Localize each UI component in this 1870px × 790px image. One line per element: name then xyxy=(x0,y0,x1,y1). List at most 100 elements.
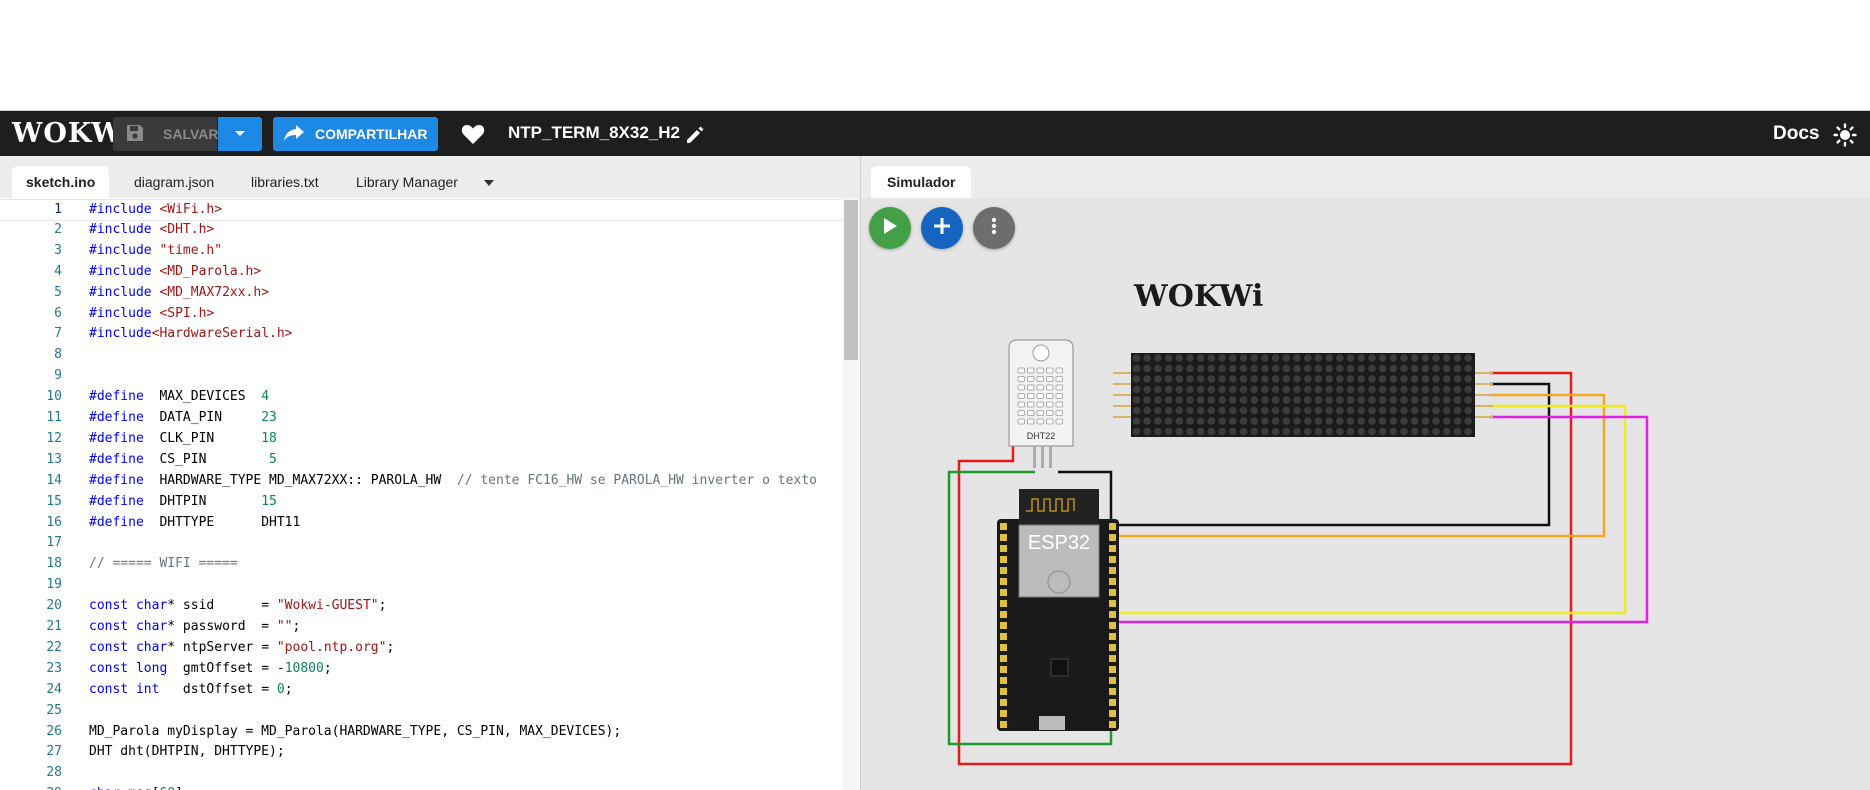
code-text: const int dstOffset = 0; xyxy=(89,681,293,697)
save-button[interactable]: SALVAR xyxy=(113,117,219,151)
edit-name-icon[interactable] xyxy=(684,124,706,151)
editor-tab-bar: sketch.ino diagram.json libraries.txt Li… xyxy=(0,156,860,198)
code-text: #define CLK_PIN 18 xyxy=(89,430,277,446)
code-line[interactable]: 10 #define MAX_DEVICES 4 xyxy=(0,387,843,407)
line-number: 21 xyxy=(46,619,62,634)
code-text: MD_Parola myDisplay = MD_Parola(HARDWARE… xyxy=(89,723,622,739)
code-text: #define CS_PIN 5 xyxy=(89,451,277,467)
code-line[interactable]: 16 #define DHTTYPE DHT11 xyxy=(0,513,843,533)
code-line[interactable]: 25 xyxy=(0,701,843,721)
line-number: 19 xyxy=(46,577,62,593)
code-line[interactable]: 22 const char* ntpServer = "pool.ntp.org"… xyxy=(0,638,843,658)
heart-icon[interactable] xyxy=(461,123,485,150)
tab-diagram-json[interactable]: diagram.json xyxy=(120,166,228,198)
code-line[interactable]: 13 #define CS_PIN 5 xyxy=(0,450,843,470)
code-line[interactable]: 14 #define HARDWARE_TYPE MD_MAX72XX:: PAR… xyxy=(0,471,843,491)
esp32-label: ESP32 xyxy=(1028,532,1090,554)
esp32-board[interactable]: ESP32 xyxy=(997,489,1119,731)
theme-toggle-icon[interactable] xyxy=(1833,123,1857,152)
line-number: 11 xyxy=(46,410,62,425)
line-number: 13 xyxy=(46,451,62,467)
dht22-sensor[interactable]: DHT22 xyxy=(1008,339,1074,468)
code-text: const char* password = ""; xyxy=(89,619,301,634)
tab-libraries-txt[interactable]: libraries.txt xyxy=(237,166,333,198)
code-line[interactable]: 24 const int dstOffset = 0; xyxy=(0,680,843,700)
code-line[interactable]: 11 #define DATA_PIN 23 xyxy=(0,408,843,428)
line-number: 12 xyxy=(46,430,62,446)
line-number: 5 xyxy=(54,284,62,300)
code-text: #define DATA_PIN 23 xyxy=(89,410,277,425)
code-line[interactable]: 9 xyxy=(0,366,843,386)
code-line[interactable]: 21 const char* password = ""; xyxy=(0,617,843,637)
dht-label: DHT22 xyxy=(1027,431,1056,441)
line-number: 29 xyxy=(0,784,62,790)
wire-magenta xyxy=(1111,415,1649,624)
code-line[interactable]: 1 #include <WiFi.h> xyxy=(0,199,843,221)
line-number: 27 xyxy=(46,744,62,760)
code-text: #include <MD_Parola.h> xyxy=(89,263,262,279)
code-text: #define MAX_DEVICES 4 xyxy=(89,389,270,405)
code-area[interactable]: 1 #include <WiFi.h> 2 #include <DHT.h> 3 #inc… xyxy=(0,198,843,790)
code-text: #include <WiFi.h> xyxy=(89,202,223,217)
line-number: 17 xyxy=(46,535,62,551)
save-options-dropdown[interactable] xyxy=(218,117,262,151)
editor-scrollbar[interactable] xyxy=(843,198,860,790)
line-number: 2 xyxy=(54,221,62,237)
tab-sketch-ino[interactable]: sketch.ino xyxy=(12,166,110,198)
code-line[interactable]: 20 const char* ssid = "Wokwi-GUEST"; xyxy=(0,596,843,616)
line-number: 22 xyxy=(46,639,62,655)
code-line[interactable]: 23 const long gmtOffset = -10800; xyxy=(0,659,843,679)
share-icon xyxy=(283,124,305,145)
code-line[interactable]: 18 // ===== WIFI ===== xyxy=(0,554,843,574)
tab-library-manager[interactable]: Library Manager xyxy=(342,166,472,198)
line-number: 26 xyxy=(46,723,62,739)
code-text: const char* ntpServer = "pool.ntp.org"; xyxy=(89,639,395,655)
code-text: char msg[60]; xyxy=(89,784,191,790)
code-text: const long gmtOffset = -10800; xyxy=(89,660,332,676)
line-number: 3 xyxy=(54,242,62,258)
code-line[interactable]: 2 #include <DHT.h> xyxy=(0,220,843,240)
code-line[interactable]: 3 #include "time.h" xyxy=(0,241,843,261)
code-line[interactable]: 28 xyxy=(0,763,843,783)
line-number: 10 xyxy=(46,389,62,405)
code-line[interactable]: 8 xyxy=(0,345,843,365)
code-line[interactable]: 12 #define CLK_PIN 18 xyxy=(0,429,843,449)
line-number: 9 xyxy=(54,368,62,384)
code-line[interactable]: 27 DHT dht(DHTPIN, DHTTYPE); xyxy=(0,742,843,762)
code-line[interactable]: 15 #define DHTPIN 15 xyxy=(0,492,843,512)
code-line[interactable]: 5 #include <MD_MAX72xx.h> xyxy=(0,283,843,303)
line-number: 16 xyxy=(46,514,62,530)
line-number: 20 xyxy=(46,598,62,614)
canvas-wokwi-logo: WOKWi xyxy=(1133,279,1263,314)
app-header: WOKWi SALVAR COMPARTILHAR NTP_TERM_8X32_… xyxy=(0,111,1870,156)
code-text: const char* ssid = "Wokwi-GUEST"; xyxy=(89,598,387,614)
docs-link[interactable]: Docs xyxy=(1773,123,1819,145)
code-line[interactable]: 6 #include <SPI.h> xyxy=(0,304,843,324)
code-line[interactable]: 17 xyxy=(0,533,843,553)
editor-scrollbar-thumb[interactable] xyxy=(844,200,858,360)
code-text: #define DHTPIN 15 xyxy=(89,493,277,509)
code-line[interactable]: 19 xyxy=(0,575,843,595)
code-line[interactable]: 7 #include<HardwareSerial.h> xyxy=(0,324,843,344)
simulator-panel: Simulador WOKWi DHT22 ESP32 xyxy=(861,156,1870,790)
line-number: 25 xyxy=(46,702,62,718)
code-line[interactable]: 4 #include <MD_Parola.h> xyxy=(0,262,843,282)
code-text: #define DHTTYPE DHT11 xyxy=(89,514,301,530)
tabs-menu-arrow-icon[interactable] xyxy=(484,180,494,186)
line-number: 8 xyxy=(54,347,62,363)
code-text: #include "time.h" xyxy=(89,242,223,258)
save-label: SALVAR xyxy=(163,126,219,142)
led-matrix-8x32[interactable] xyxy=(1113,353,1493,437)
code-text: #include<HardwareSerial.h> xyxy=(89,326,293,342)
code-text: DHT dht(DHTPIN, DHTTYPE); xyxy=(89,744,285,760)
code-text: #include <DHT.h> xyxy=(89,221,215,237)
code-line[interactable]: 26 MD_Parola myDisplay = MD_Parola(HARDWA… xyxy=(0,722,843,742)
share-button[interactable]: COMPARTILHAR xyxy=(273,117,438,151)
line-number: 14 xyxy=(46,472,62,488)
circuit-canvas[interactable]: WOKWi DHT22 ESP32 xyxy=(861,156,1870,790)
line-number: 28 xyxy=(46,765,62,781)
line-number: 6 xyxy=(54,305,62,321)
browser-blank-area xyxy=(0,0,1870,111)
code-line[interactable]: 29 char msg[60]; xyxy=(0,784,843,790)
save-icon xyxy=(125,123,145,146)
